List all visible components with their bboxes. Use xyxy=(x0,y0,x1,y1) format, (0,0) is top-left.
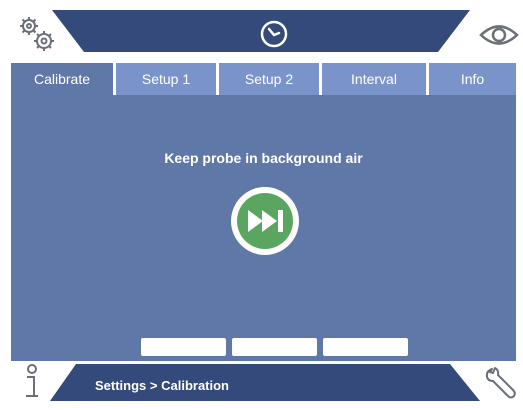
wrench-icon[interactable] xyxy=(482,365,518,401)
gauge-icon[interactable] xyxy=(259,19,289,49)
breadcrumb: Settings > Calibration xyxy=(95,378,229,393)
eye-icon[interactable] xyxy=(478,22,520,48)
tab-info[interactable]: Info xyxy=(429,63,516,95)
tab-label: Setup 1 xyxy=(141,71,191,87)
soft-button-1[interactable] xyxy=(141,338,226,356)
tab-setup-1[interactable]: Setup 1 xyxy=(116,63,216,95)
tab-calibrate[interactable]: Calibrate xyxy=(11,63,113,95)
tab-interval[interactable]: Interval xyxy=(322,63,426,95)
info-icon[interactable] xyxy=(18,362,46,402)
main-panel: Keep probe in background air xyxy=(11,95,516,361)
gears-icon[interactable] xyxy=(16,14,60,54)
tab-label: Calibrate xyxy=(33,71,91,87)
tab-label: Info xyxy=(460,71,485,87)
skip-forward-button[interactable] xyxy=(230,186,300,256)
top-bar xyxy=(0,0,523,60)
tab-label: Setup 2 xyxy=(244,71,294,87)
soft-button-2[interactable] xyxy=(232,338,317,356)
instruction-text: Keep probe in background air xyxy=(164,150,363,166)
tab-label: Interval xyxy=(351,71,397,87)
soft-button-3[interactable] xyxy=(323,338,408,356)
tab-setup-2[interactable]: Setup 2 xyxy=(219,63,319,95)
bottom-bar xyxy=(0,361,523,405)
skip-forward-icon xyxy=(231,187,299,255)
